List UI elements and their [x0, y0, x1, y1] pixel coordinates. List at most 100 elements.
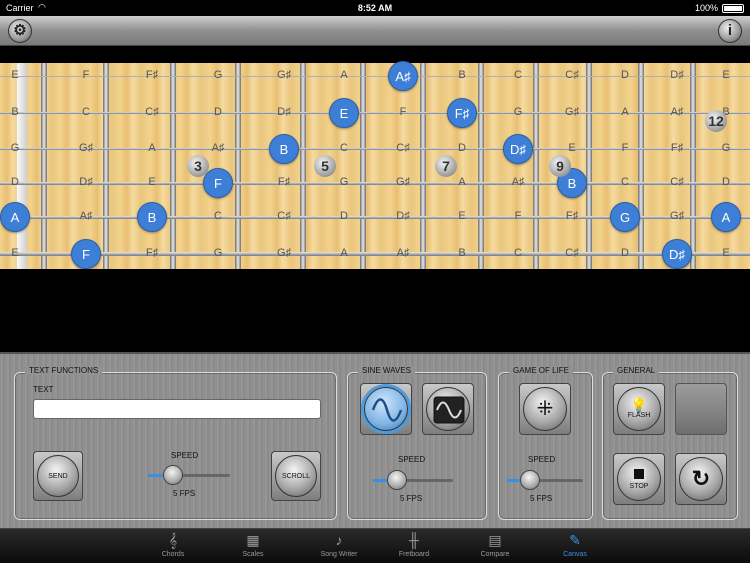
- highlighted-note[interactable]: A: [0, 202, 30, 232]
- settings-button[interactable]: ⚙: [8, 19, 32, 43]
- fret-note-label[interactable]: C♯: [665, 176, 689, 188]
- life-speed-slider[interactable]: [507, 470, 583, 490]
- fret-note-label[interactable]: C: [332, 142, 356, 154]
- fret-note-label[interactable]: F♯: [560, 210, 584, 222]
- text-speed-slider[interactable]: [148, 465, 230, 485]
- sine-wave-button[interactable]: [360, 383, 412, 435]
- fret-note-label[interactable]: B: [450, 69, 474, 81]
- fret-note-label[interactable]: A♯: [665, 106, 689, 118]
- fret-note-label[interactable]: G: [714, 142, 738, 154]
- fret-note-label[interactable]: G: [3, 142, 27, 154]
- waveform-button[interactable]: [422, 383, 474, 435]
- fret-note-label[interactable]: G♯: [272, 69, 296, 81]
- fret-note-label[interactable]: G♯: [665, 210, 689, 222]
- fret-note-label[interactable]: D: [3, 176, 27, 188]
- fret-note-label[interactable]: E: [450, 210, 474, 222]
- fret-note-label[interactable]: C: [506, 247, 530, 259]
- fret-note-label[interactable]: D♯: [74, 176, 98, 188]
- fret-note-label[interactable]: C♯: [560, 247, 584, 259]
- fret-note-label[interactable]: C: [613, 176, 637, 188]
- fret-note-label[interactable]: F: [391, 106, 415, 118]
- fret-note-label[interactable]: F: [506, 210, 530, 222]
- send-button[interactable]: SEND: [33, 451, 83, 501]
- fret-note-label[interactable]: A♯: [74, 210, 98, 222]
- fret-note-label[interactable]: G: [206, 247, 230, 259]
- fret-note-label[interactable]: F♯: [140, 247, 164, 259]
- fret-note-label[interactable]: E: [560, 142, 584, 154]
- fret-note-label[interactable]: A♯: [506, 176, 530, 188]
- sine-speed-slider[interactable]: [373, 470, 453, 490]
- highlighted-note[interactable]: D♯: [662, 239, 692, 269]
- fret-note-label[interactable]: D: [714, 176, 738, 188]
- tab-scales[interactable]: ▦ Scales: [208, 529, 298, 563]
- highlighted-note[interactable]: B: [137, 202, 167, 232]
- tab-compare[interactable]: ▤ Compare: [450, 529, 540, 563]
- fret-note-label[interactable]: C: [506, 69, 530, 81]
- fret-note-label[interactable]: D: [332, 210, 356, 222]
- fret-note-label[interactable]: G: [206, 69, 230, 81]
- fret-note-label[interactable]: G♯: [74, 142, 98, 154]
- tab-fretboard[interactable]: ╫ Fretboard: [369, 529, 459, 563]
- fret-note-label[interactable]: E: [3, 247, 27, 259]
- fret-note-label[interactable]: D: [613, 69, 637, 81]
- fret-note-label[interactable]: F♯: [140, 69, 164, 81]
- tab-canvas[interactable]: ✎ Canvas: [530, 529, 620, 563]
- fret-note-label[interactable]: B: [450, 247, 474, 259]
- info-button[interactable]: i: [718, 19, 742, 43]
- fret-note-label[interactable]: D♯: [665, 69, 689, 81]
- highlighted-note[interactable]: F♯: [447, 98, 477, 128]
- tab-chords[interactable]: 𝄞 Chords: [128, 529, 218, 563]
- tab-compare-label: Compare: [480, 551, 510, 558]
- life-speed-thumb[interactable]: [519, 470, 540, 490]
- fret-note-label[interactable]: C♯: [140, 106, 164, 118]
- fret-note-label[interactable]: A♯: [206, 142, 230, 154]
- fret-note-label[interactable]: F♯: [665, 142, 689, 154]
- fret-note-label[interactable]: B: [3, 106, 27, 118]
- stop-button[interactable]: STOP: [613, 453, 665, 505]
- fret-note-label[interactable]: G♯: [560, 106, 584, 118]
- fret-note-label[interactable]: C♯: [391, 142, 415, 154]
- fret-note-label[interactable]: A♯: [391, 247, 415, 259]
- fret-note-label[interactable]: C♯: [560, 69, 584, 81]
- fret-note-label[interactable]: A: [332, 247, 356, 259]
- fret-note-label[interactable]: F♯: [272, 176, 296, 188]
- highlighted-note[interactable]: G: [610, 202, 640, 232]
- fret-note-label[interactable]: D: [613, 247, 637, 259]
- fret-note-label[interactable]: G♯: [272, 247, 296, 259]
- fret-note-label[interactable]: D: [206, 106, 230, 118]
- fret-note-label[interactable]: A: [613, 106, 637, 118]
- fret-note-label[interactable]: A: [450, 176, 474, 188]
- flash-button[interactable]: 💡 FLASH: [613, 383, 665, 435]
- fret-note-label[interactable]: G: [332, 176, 356, 188]
- text-speed-thumb[interactable]: [162, 465, 183, 485]
- scroll-button[interactable]: SCROLL: [271, 451, 321, 501]
- fret-note-label[interactable]: D: [450, 142, 474, 154]
- fret-note-label[interactable]: E: [714, 247, 738, 259]
- highlighted-note[interactable]: A♯: [388, 61, 418, 91]
- fret-note-label[interactable]: F: [74, 69, 98, 81]
- blank-button[interactable]: [675, 383, 727, 435]
- highlighted-note[interactable]: F: [71, 239, 101, 269]
- fret-note-label[interactable]: G: [506, 106, 530, 118]
- game-of-life-button[interactable]: ⁜: [519, 383, 571, 435]
- highlighted-note[interactable]: E: [329, 98, 359, 128]
- fret-note-label[interactable]: E: [3, 69, 27, 81]
- fret-note-label[interactable]: C♯: [272, 210, 296, 222]
- fret-note-label[interactable]: F: [613, 142, 637, 154]
- highlighted-note[interactable]: A: [711, 202, 741, 232]
- fret-note-label[interactable]: G♯: [391, 176, 415, 188]
- fret-note-label[interactable]: D♯: [391, 210, 415, 222]
- text-input[interactable]: [33, 399, 321, 419]
- sine-speed-thumb[interactable]: [387, 470, 407, 490]
- fret-note-label[interactable]: E: [714, 69, 738, 81]
- highlighted-note[interactable]: D♯: [503, 134, 533, 164]
- fret-note-label[interactable]: A: [332, 69, 356, 81]
- fret-note-label[interactable]: C: [74, 106, 98, 118]
- reset-button[interactable]: ↻: [675, 453, 727, 505]
- fret-note-label[interactable]: E: [140, 176, 164, 188]
- fret-note-label[interactable]: C: [206, 210, 230, 222]
- fret-note-label[interactable]: D♯: [272, 106, 296, 118]
- highlighted-note[interactable]: B: [269, 134, 299, 164]
- fret-note-label[interactable]: A: [140, 142, 164, 154]
- highlighted-note[interactable]: F: [203, 168, 233, 198]
